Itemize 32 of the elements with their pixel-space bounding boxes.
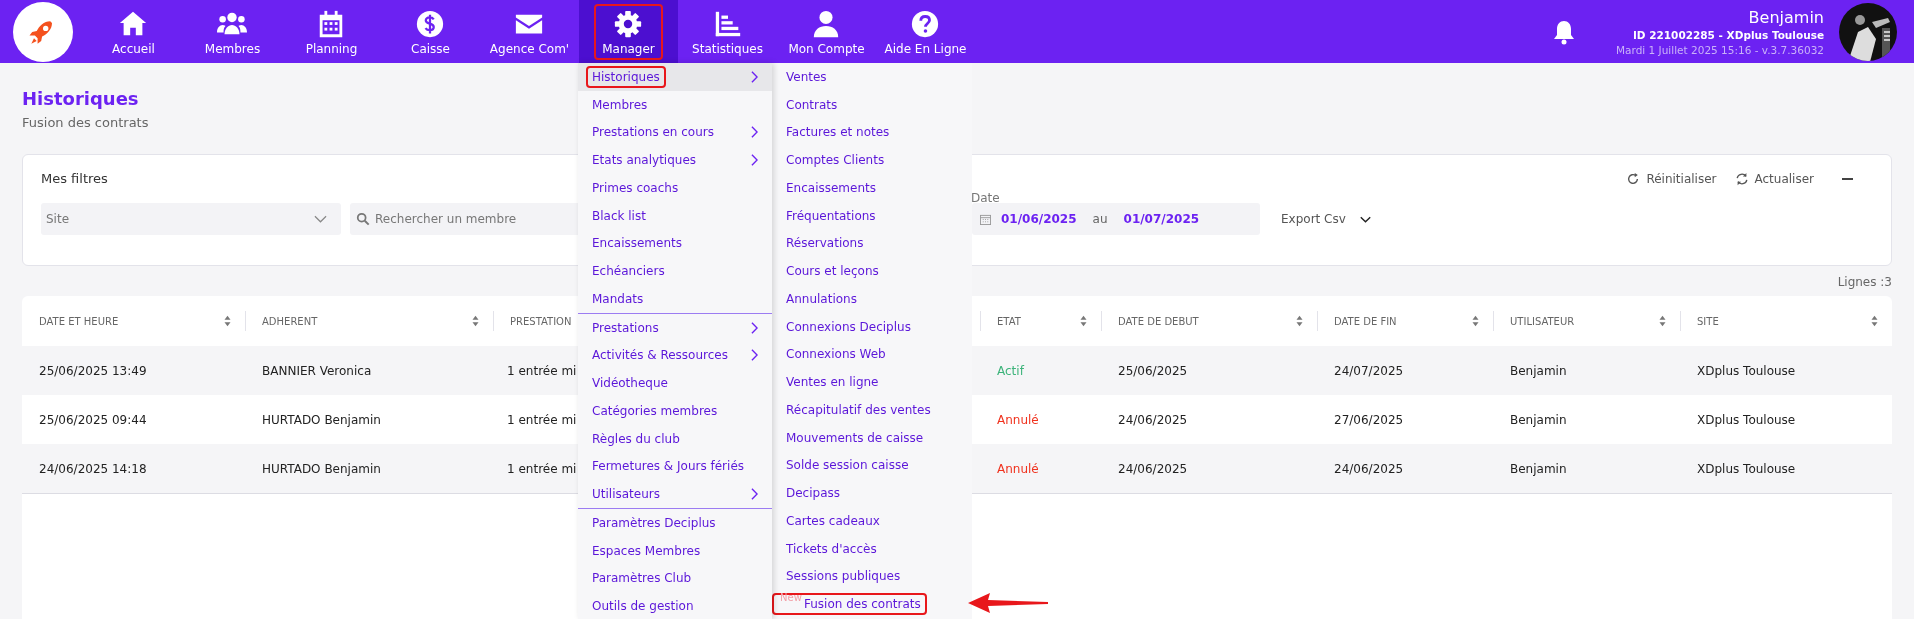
table-cell: 1 entrée mi — [507, 363, 577, 378]
table-cell: 24/06/2025 — [1118, 461, 1188, 476]
page-subtitle: Fusion des contrats — [22, 115, 149, 130]
table-cell: Benjamin — [1510, 363, 1567, 378]
table-cell: XDplus Toulouse — [1697, 363, 1796, 378]
status-text: Actif — [997, 363, 1024, 378]
date-version: Mardi 1 Juillet 2025 15:16 - v.3.7.36032 — [1616, 43, 1824, 56]
table-cell: 24/06/2025 — [1118, 412, 1188, 427]
table-cell: BANNIER Veronica — [262, 363, 372, 378]
user-name: Benjamin — [1748, 7, 1824, 27]
table-cell: Benjamin — [1510, 412, 1567, 427]
row-count: Lignes :3 — [1837, 275, 1892, 291]
filters-title: Mes filtres — [41, 171, 108, 186]
table-cell: 24/06/2025 — [1334, 461, 1404, 476]
date-label: Date — [971, 191, 1000, 205]
table-cell: 27/06/2025 — [1334, 412, 1404, 427]
table-cell: 25/06/2025 13:49 — [39, 363, 147, 378]
table-cell: 24/06/2025 14:18 — [39, 461, 147, 476]
table-cell: XDplus Toulouse — [1697, 412, 1796, 427]
table-cell: HURTADO Benjamin — [262, 412, 381, 427]
table-cell: Benjamin — [1510, 461, 1567, 476]
table-cell: 25/06/2025 09:44 — [39, 412, 147, 427]
status-text: Annulé — [997, 412, 1039, 427]
table-cell: 25/06/2025 — [1118, 363, 1188, 378]
table-cell: HURTADO Benjamin — [262, 461, 381, 476]
table-cell: 24/07/2025 — [1334, 363, 1404, 378]
user-id: ID 221002285 - XDplus Toulouse — [1632, 28, 1824, 41]
table-cell: 1 entrée mi — [507, 412, 577, 427]
status-text: Annulé — [997, 461, 1039, 476]
page-title: Historiques — [22, 88, 139, 109]
table-cell: XDplus Toulouse — [1697, 461, 1796, 476]
table-cell: 1 entrée mi — [507, 461, 577, 476]
